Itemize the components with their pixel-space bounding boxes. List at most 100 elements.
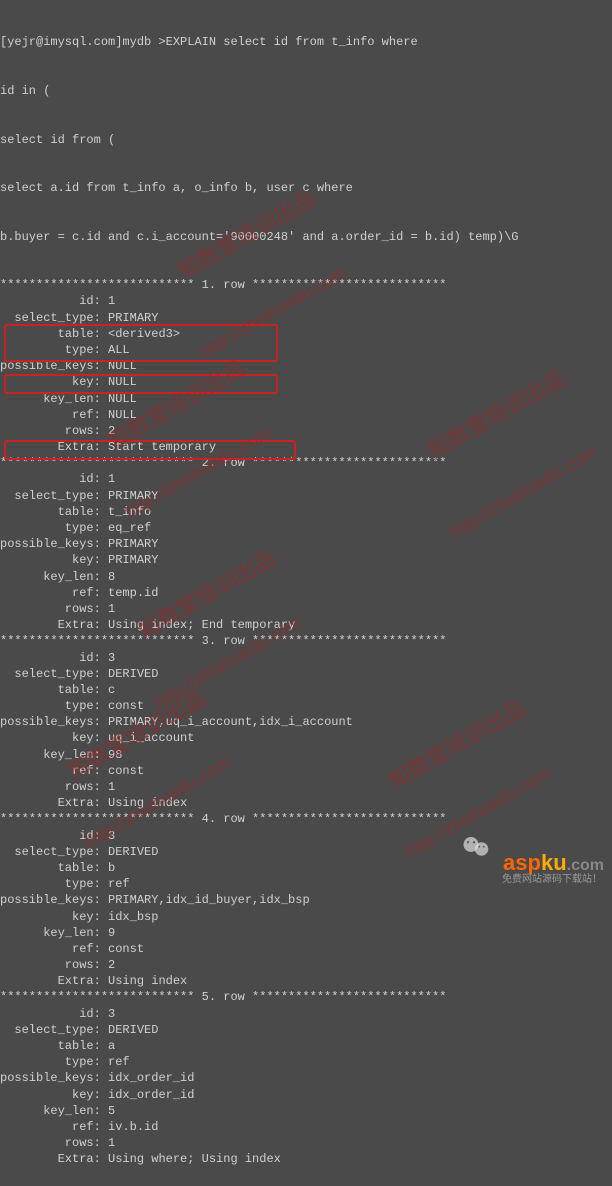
field-value: 2 bbox=[101, 958, 115, 972]
field-label: rows: bbox=[0, 780, 101, 794]
field-value: NULL bbox=[101, 408, 137, 422]
field-value: DERIVED bbox=[101, 1023, 159, 1037]
field-value: t_info bbox=[101, 505, 151, 519]
field-row: possible_keys: PRIMARY,uq_i_account,idx_… bbox=[0, 714, 612, 730]
field-value: Using index bbox=[101, 974, 187, 988]
field-label: table: bbox=[0, 683, 101, 697]
field-row: rows: 2 bbox=[0, 423, 612, 439]
field-row: table: <derived3> bbox=[0, 326, 612, 342]
field-label: id: bbox=[0, 651, 101, 665]
field-value: DERIVED bbox=[101, 845, 159, 859]
field-label: type: bbox=[0, 877, 101, 891]
field-label: possible_keys: bbox=[0, 359, 101, 373]
prompt-line: [yejr@imysql.com]mydb >EXPLAIN select id… bbox=[0, 34, 612, 50]
field-value: DERIVED bbox=[101, 667, 159, 681]
field-label: Extra: bbox=[0, 440, 101, 454]
field-row: id: 3 bbox=[0, 650, 612, 666]
field-value: idx_order_id bbox=[101, 1071, 195, 1085]
field-label: key_len: bbox=[0, 926, 101, 940]
row-separator: *************************** 1. row *****… bbox=[0, 277, 612, 293]
field-label: select_type: bbox=[0, 1023, 101, 1037]
field-label: id: bbox=[0, 294, 101, 308]
field-row: table: a bbox=[0, 1038, 612, 1054]
field-value: ref bbox=[101, 877, 130, 891]
field-row: key: PRIMARY bbox=[0, 552, 612, 568]
field-value: PRIMARY bbox=[101, 311, 159, 325]
field-label: key: bbox=[0, 731, 101, 745]
site-tagline: 免费网站源码下载站！ bbox=[502, 873, 602, 887]
field-row: id: 1 bbox=[0, 471, 612, 487]
field-label: key: bbox=[0, 553, 101, 567]
field-label: select_type: bbox=[0, 845, 101, 859]
field-label: id: bbox=[0, 472, 101, 486]
field-label: table: bbox=[0, 861, 101, 875]
field-label: ref: bbox=[0, 942, 101, 956]
field-label: ref: bbox=[0, 764, 101, 778]
field-label: key_len: bbox=[0, 748, 101, 762]
field-label: possible_keys: bbox=[0, 537, 101, 551]
field-value: ALL bbox=[101, 343, 130, 357]
field-value: NULL bbox=[101, 392, 137, 406]
field-row: id: 1 bbox=[0, 293, 612, 309]
field-label: type: bbox=[0, 1055, 101, 1069]
field-value: PRIMARY,uq_i_account,idx_i_account bbox=[101, 715, 353, 729]
field-row: ref: NULL bbox=[0, 407, 612, 423]
field-label: key_len: bbox=[0, 570, 101, 584]
row-separator: *************************** 2. row *****… bbox=[0, 455, 612, 471]
field-value: PRIMARY,idx_id_buyer,idx_bsp bbox=[101, 893, 310, 907]
field-value: ref bbox=[101, 1055, 130, 1069]
field-value: 9 bbox=[101, 926, 115, 940]
field-value: const bbox=[101, 942, 144, 956]
field-label: select_type: bbox=[0, 311, 101, 325]
field-value: const bbox=[101, 699, 144, 713]
field-label: key: bbox=[0, 375, 101, 389]
field-label: Extra: bbox=[0, 796, 101, 810]
field-value: Using where; Using index bbox=[101, 1152, 281, 1166]
field-value: NULL bbox=[101, 359, 137, 373]
field-row: possible_keys: NULL bbox=[0, 358, 612, 374]
field-value: b bbox=[101, 861, 115, 875]
field-label: Extra: bbox=[0, 974, 101, 988]
field-row: possible_keys: PRIMARY,idx_id_buyer,idx_… bbox=[0, 892, 612, 908]
field-row: key_len: 5 bbox=[0, 1103, 612, 1119]
field-label: id: bbox=[0, 829, 101, 843]
field-value: Using index; End temporary bbox=[101, 618, 295, 632]
field-label: rows: bbox=[0, 958, 101, 972]
field-row: key: idx_bsp bbox=[0, 909, 612, 925]
field-label: table: bbox=[0, 1039, 101, 1053]
shell-prompt: [yejr@imysql.com]mydb > bbox=[0, 35, 166, 49]
field-label: select_type: bbox=[0, 489, 101, 503]
field-row: select_type: DERIVED bbox=[0, 1022, 612, 1038]
field-label: possible_keys: bbox=[0, 715, 101, 729]
field-value: 1 bbox=[101, 294, 115, 308]
field-row: rows: 1 bbox=[0, 1135, 612, 1151]
field-row: key: idx_order_id bbox=[0, 1087, 612, 1103]
field-row: type: ALL bbox=[0, 342, 612, 358]
query-line-2: select id from ( bbox=[0, 132, 612, 148]
field-label: key: bbox=[0, 1088, 101, 1102]
field-row: select_type: PRIMARY bbox=[0, 488, 612, 504]
field-label: select_type: bbox=[0, 667, 101, 681]
field-row: Extra: Using where; Using index bbox=[0, 1151, 612, 1167]
field-value: PRIMARY bbox=[101, 553, 159, 567]
field-row: key_len: 98 bbox=[0, 747, 612, 763]
field-label: key_len: bbox=[0, 1104, 101, 1118]
field-value: 1 bbox=[101, 780, 115, 794]
terminal-output: [yejr@imysql.com]mydb >EXPLAIN select id… bbox=[0, 0, 612, 1186]
field-label: type: bbox=[0, 343, 101, 357]
field-value: 1 bbox=[101, 472, 115, 486]
field-label: Extra: bbox=[0, 1152, 101, 1166]
field-row: type: const bbox=[0, 698, 612, 714]
field-value: 8 bbox=[101, 570, 115, 584]
field-row: ref: iv.b.id bbox=[0, 1119, 612, 1135]
field-label: Extra: bbox=[0, 618, 101, 632]
field-label: possible_keys: bbox=[0, 893, 101, 907]
field-row: key_len: 9 bbox=[0, 925, 612, 941]
field-label: id: bbox=[0, 1007, 101, 1021]
row-separator: *************************** 4. row *****… bbox=[0, 811, 612, 827]
field-row: select_type: PRIMARY bbox=[0, 310, 612, 326]
field-row: type: eq_ref bbox=[0, 520, 612, 536]
query-line-3: select a.id from t_info a, o_info b, use… bbox=[0, 180, 612, 196]
field-row: type: ref bbox=[0, 1054, 612, 1070]
field-row: key_len: 8 bbox=[0, 569, 612, 585]
